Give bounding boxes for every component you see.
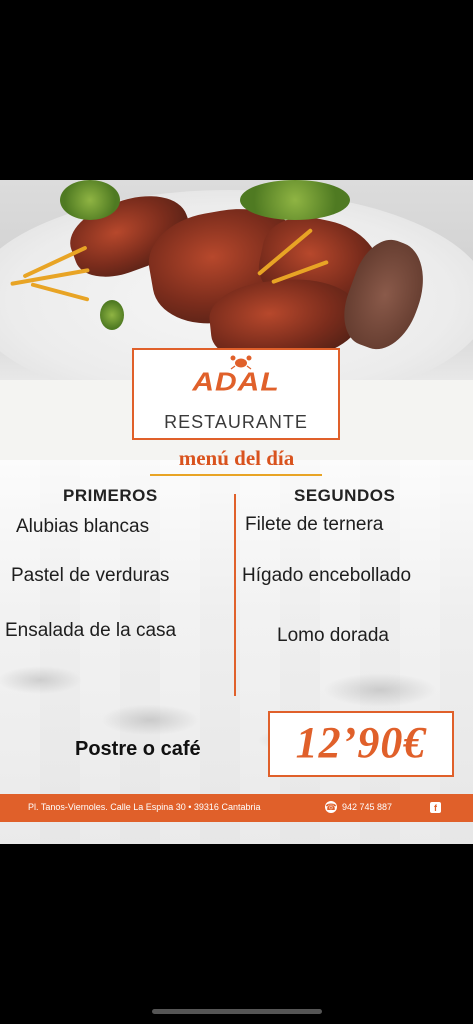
segundos-heading: SEGUNDOS bbox=[294, 486, 396, 505]
segundos-item: Filete de ternera bbox=[245, 514, 384, 535]
phone-icon: ☎ bbox=[325, 801, 337, 813]
greens-garnish bbox=[240, 180, 350, 220]
logo-box: ADAL RESTAURANTE bbox=[132, 348, 340, 440]
segundos-item: Hígado encebollado bbox=[242, 565, 412, 586]
footer-bar: Pl. Tanos-Viernoles. Calle La Espina 30 … bbox=[0, 794, 473, 822]
address: Pl. Tanos-Viernoles. Calle La Espina 30 … bbox=[28, 802, 261, 812]
greens-garnish bbox=[60, 180, 120, 220]
primeros-item: Alubias blancas bbox=[16, 516, 150, 537]
segundos-item: Lomo dorada bbox=[277, 625, 389, 646]
title-underline bbox=[150, 474, 322, 476]
logo-subtitle: RESTAURANTE bbox=[164, 412, 308, 432]
greens-garnish bbox=[100, 300, 124, 330]
primeros-heading: PRIMEROS bbox=[63, 486, 158, 505]
phone-number[interactable]: 942 745 887 bbox=[342, 802, 392, 812]
menu-poster: ADAL RESTAURANTE menú del día PRIMEROS S… bbox=[0, 180, 473, 844]
home-indicator[interactable] bbox=[152, 1009, 322, 1014]
price: 12’90€ bbox=[295, 718, 427, 767]
postre-label: Postre o café bbox=[75, 738, 201, 760]
primeros-item: Ensalada de la casa bbox=[5, 620, 177, 641]
menu-title: menú del día bbox=[178, 446, 295, 470]
primeros-item: Pastel de verduras bbox=[11, 565, 170, 586]
price-box: 12’90€ bbox=[268, 711, 454, 777]
logo-wordmark: ADAL bbox=[192, 368, 280, 397]
facebook-icon[interactable]: f bbox=[430, 802, 441, 813]
column-divider bbox=[234, 494, 236, 696]
